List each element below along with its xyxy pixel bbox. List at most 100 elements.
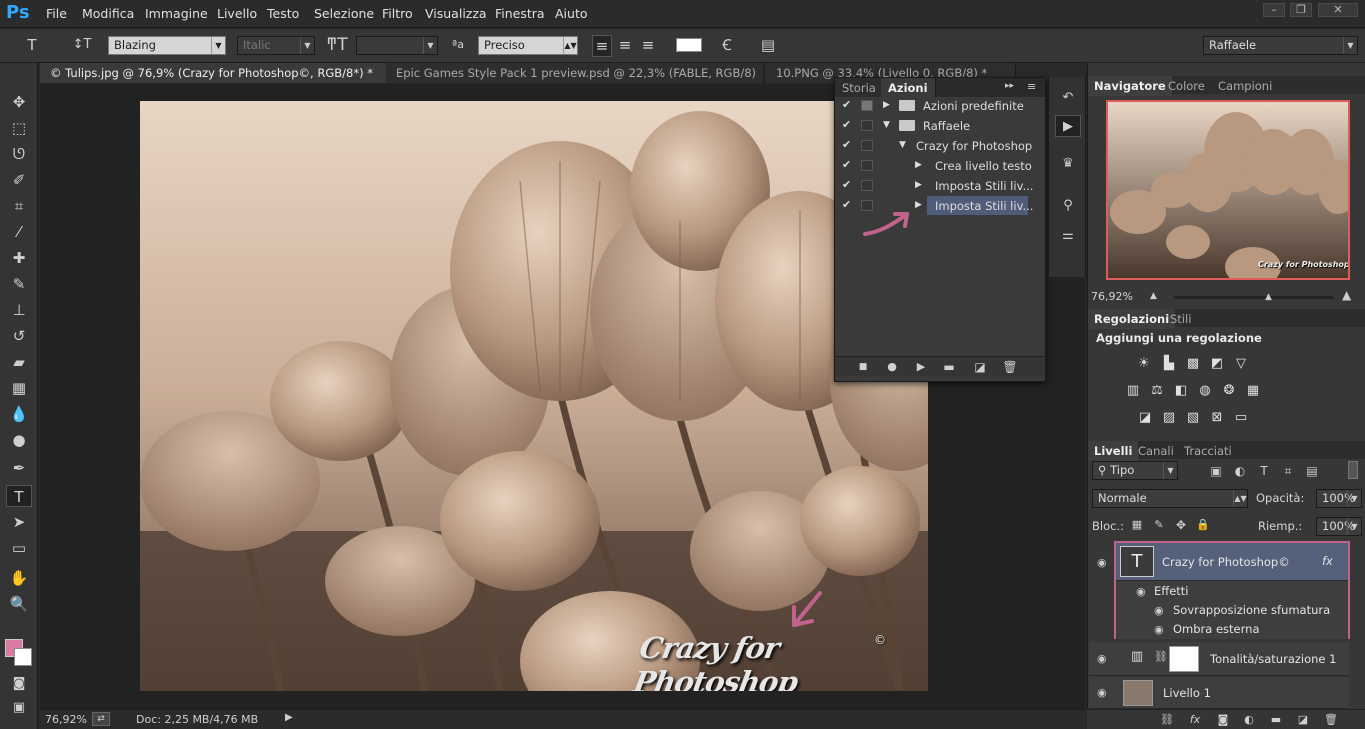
add-mask-icon[interactable]: ◙	[1215, 710, 1231, 729]
crop-tool-icon[interactable]: ⌗	[6, 195, 32, 217]
zoom-slider[interactable]: ▲	[1174, 292, 1334, 302]
quick-mask-icon[interactable]: ◙	[6, 673, 32, 695]
eyedropper-tool-icon[interactable]: ⁄	[6, 221, 32, 243]
new-set-icon[interactable]: ▬	[941, 357, 957, 377]
navigator-thumbnail[interactable]: Crazy for Photoshop	[1106, 100, 1350, 280]
warp-text-icon[interactable]: Ꞓ	[716, 35, 738, 55]
dodge-tool-icon[interactable]: ●	[6, 429, 32, 451]
gradient-map-icon[interactable]: ▭	[1232, 410, 1250, 426]
document-tab-epic-games[interactable]: Epic Games Style Pack 1 preview.psd @ 22…	[386, 63, 764, 83]
channel-mixer-icon[interactable]: ❂	[1220, 383, 1238, 399]
filter-smart-object-icon[interactable]: ▤	[1304, 461, 1320, 481]
tab-colore[interactable]: Colore	[1162, 76, 1211, 96]
character-panel-icon[interactable]: ▤	[757, 35, 779, 55]
record-icon[interactable]: ●	[884, 357, 900, 377]
opacity-field[interactable]: 100% ▼	[1316, 489, 1362, 508]
new-action-icon[interactable]: ◪	[972, 357, 988, 377]
tab-tracciati[interactable]: Tracciati	[1178, 441, 1238, 461]
layer-filter-select[interactable]: ⚲ Tipo ▼	[1092, 461, 1178, 480]
navigator-zoom[interactable]: 76,92%	[1091, 290, 1133, 303]
hand-tool-icon[interactable]: ✋	[6, 567, 32, 589]
tab-stili[interactable]: Stili	[1164, 309, 1197, 329]
collapse-icon[interactable]: ▼	[899, 140, 906, 150]
dialog-toggle[interactable]	[861, 100, 873, 111]
filter-type-icon[interactable]: T	[1256, 461, 1272, 481]
levels-icon[interactable]: ▙	[1160, 356, 1178, 372]
layer-crazy-for-photoshop[interactable]: T Crazy for Photoshop© fx	[1116, 543, 1348, 581]
menu-visualizza[interactable]: Visualizza	[425, 6, 487, 21]
new-adjustment-icon[interactable]: ◐	[1241, 710, 1257, 729]
healing-brush-tool-icon[interactable]: ✚	[6, 247, 32, 269]
link-icon[interactable]: ⛓	[1154, 650, 1168, 663]
action-row[interactable]: ✔ ▼ Crazy for Photoshop	[835, 136, 1045, 156]
tab-navigatore[interactable]: Navigatore	[1088, 76, 1172, 96]
curves-icon[interactable]: ▩	[1184, 356, 1202, 372]
action-row[interactable]: ✔ ▼ Raffaele	[835, 116, 1045, 136]
vibrance-icon[interactable]: ▽	[1232, 356, 1250, 372]
tab-campioni[interactable]: Campioni	[1212, 76, 1278, 96]
new-group-icon[interactable]: ▬	[1268, 710, 1284, 729]
filter-pixel-icon[interactable]: ▣	[1208, 461, 1224, 481]
menu-filtro[interactable]: Filtro	[382, 6, 413, 21]
color-lookup-icon[interactable]: ▦	[1244, 383, 1262, 399]
panel-menu-icon[interactable]: ≡	[1027, 80, 1036, 93]
trash-icon[interactable]: 🗑	[1002, 357, 1018, 377]
menu-selezione[interactable]: Selezione	[314, 6, 374, 21]
eye-icon[interactable]: ◉	[1097, 686, 1107, 699]
lock-transparency-icon[interactable]: ▦	[1130, 515, 1144, 535]
layer-hue-saturation[interactable]: ◉ ▥ ⛓ Tonalità/saturazione 1	[1089, 642, 1349, 676]
tulips-photo[interactable]: Crazy for Photoshop ©	[140, 101, 928, 691]
filter-shape-icon[interactable]: ⌗	[1280, 461, 1296, 481]
font-family-select[interactable]: Blazing ▼	[108, 36, 226, 55]
document-tab-tulips[interactable]: © Tulips.jpg @ 76,9% (Crazy for Photosho…	[40, 63, 392, 83]
move-tool-icon[interactable]: ✥	[6, 91, 32, 113]
tab-canali[interactable]: Canali	[1132, 441, 1180, 461]
collapse-panel-icon[interactable]: ▸▸	[1005, 81, 1014, 91]
align-right-icon[interactable]: ≡	[638, 35, 658, 55]
share-icon[interactable]: ⇄	[92, 712, 110, 726]
zoom-tool-icon[interactable]: 🔍	[6, 593, 32, 615]
collapse-icon[interactable]: ▼	[883, 120, 890, 130]
lock-all-icon[interactable]: 🔒	[1196, 515, 1210, 535]
eye-icon[interactable]: ◉	[1097, 556, 1107, 569]
type-tool-preset-icon[interactable]: T	[22, 35, 42, 55]
layer-livello-1[interactable]: ◉ Livello 1	[1089, 677, 1349, 709]
type-tool-icon[interactable]: T	[6, 485, 32, 507]
action-row[interactable]: ✔ ▶ Crea livello testo	[835, 156, 1045, 176]
align-center-icon[interactable]: ≡	[615, 35, 635, 55]
brightness-icon[interactable]: ☀	[1135, 356, 1153, 372]
stop-icon[interactable]: ■	[855, 357, 871, 377]
eye-icon[interactable]: ◉	[1136, 585, 1146, 598]
pen-tool-icon[interactable]: ✒	[6, 457, 32, 479]
filter-adjustment-icon[interactable]: ◐	[1232, 461, 1248, 481]
properties-icon[interactable]: ⚌	[1055, 225, 1081, 247]
menu-testo[interactable]: Testo	[267, 6, 299, 21]
menu-modifica[interactable]: Modifica	[82, 6, 134, 21]
color-balance-icon[interactable]: ⚖	[1148, 383, 1166, 399]
shape-tool-icon[interactable]: ▭	[6, 537, 32, 559]
eye-icon[interactable]: ◉	[1154, 604, 1164, 617]
dialog-toggle[interactable]	[861, 120, 873, 131]
check-icon[interactable]: ✔	[842, 118, 854, 131]
layer-name[interactable]: Livello 1	[1163, 686, 1211, 700]
lock-pixels-icon[interactable]: ✎	[1152, 515, 1166, 535]
check-icon[interactable]: ✔	[842, 198, 854, 211]
menu-finestra[interactable]: Finestra	[495, 6, 545, 21]
workspace-select[interactable]: Raffaele ▼	[1203, 36, 1358, 55]
menu-file[interactable]: File	[46, 6, 67, 21]
font-size-select[interactable]: ▼	[356, 36, 438, 55]
marquee-tool-icon[interactable]: ⬚	[6, 117, 32, 139]
history-icon[interactable]: ↶	[1055, 87, 1081, 109]
background-color-swatch[interactable]	[14, 648, 32, 666]
lock-position-icon[interactable]: ✥	[1174, 515, 1188, 535]
minimize-button[interactable]: –	[1263, 3, 1285, 17]
delete-layer-icon[interactable]: 🗑	[1323, 710, 1339, 729]
blur-tool-icon[interactable]: 💧	[6, 403, 32, 425]
link-layers-icon[interactable]: ⛓	[1159, 710, 1175, 729]
menu-livello[interactable]: Livello	[217, 6, 257, 21]
fx-icon[interactable]: fx	[1322, 554, 1333, 568]
expand-icon[interactable]: ▶	[915, 160, 922, 170]
photo-filter-icon[interactable]: ◍	[1196, 383, 1214, 399]
action-row[interactable]: ✔ ▶ Azioni predefinite	[835, 96, 1045, 116]
toggle-orientation-icon[interactable]: ↕T	[70, 35, 94, 55]
